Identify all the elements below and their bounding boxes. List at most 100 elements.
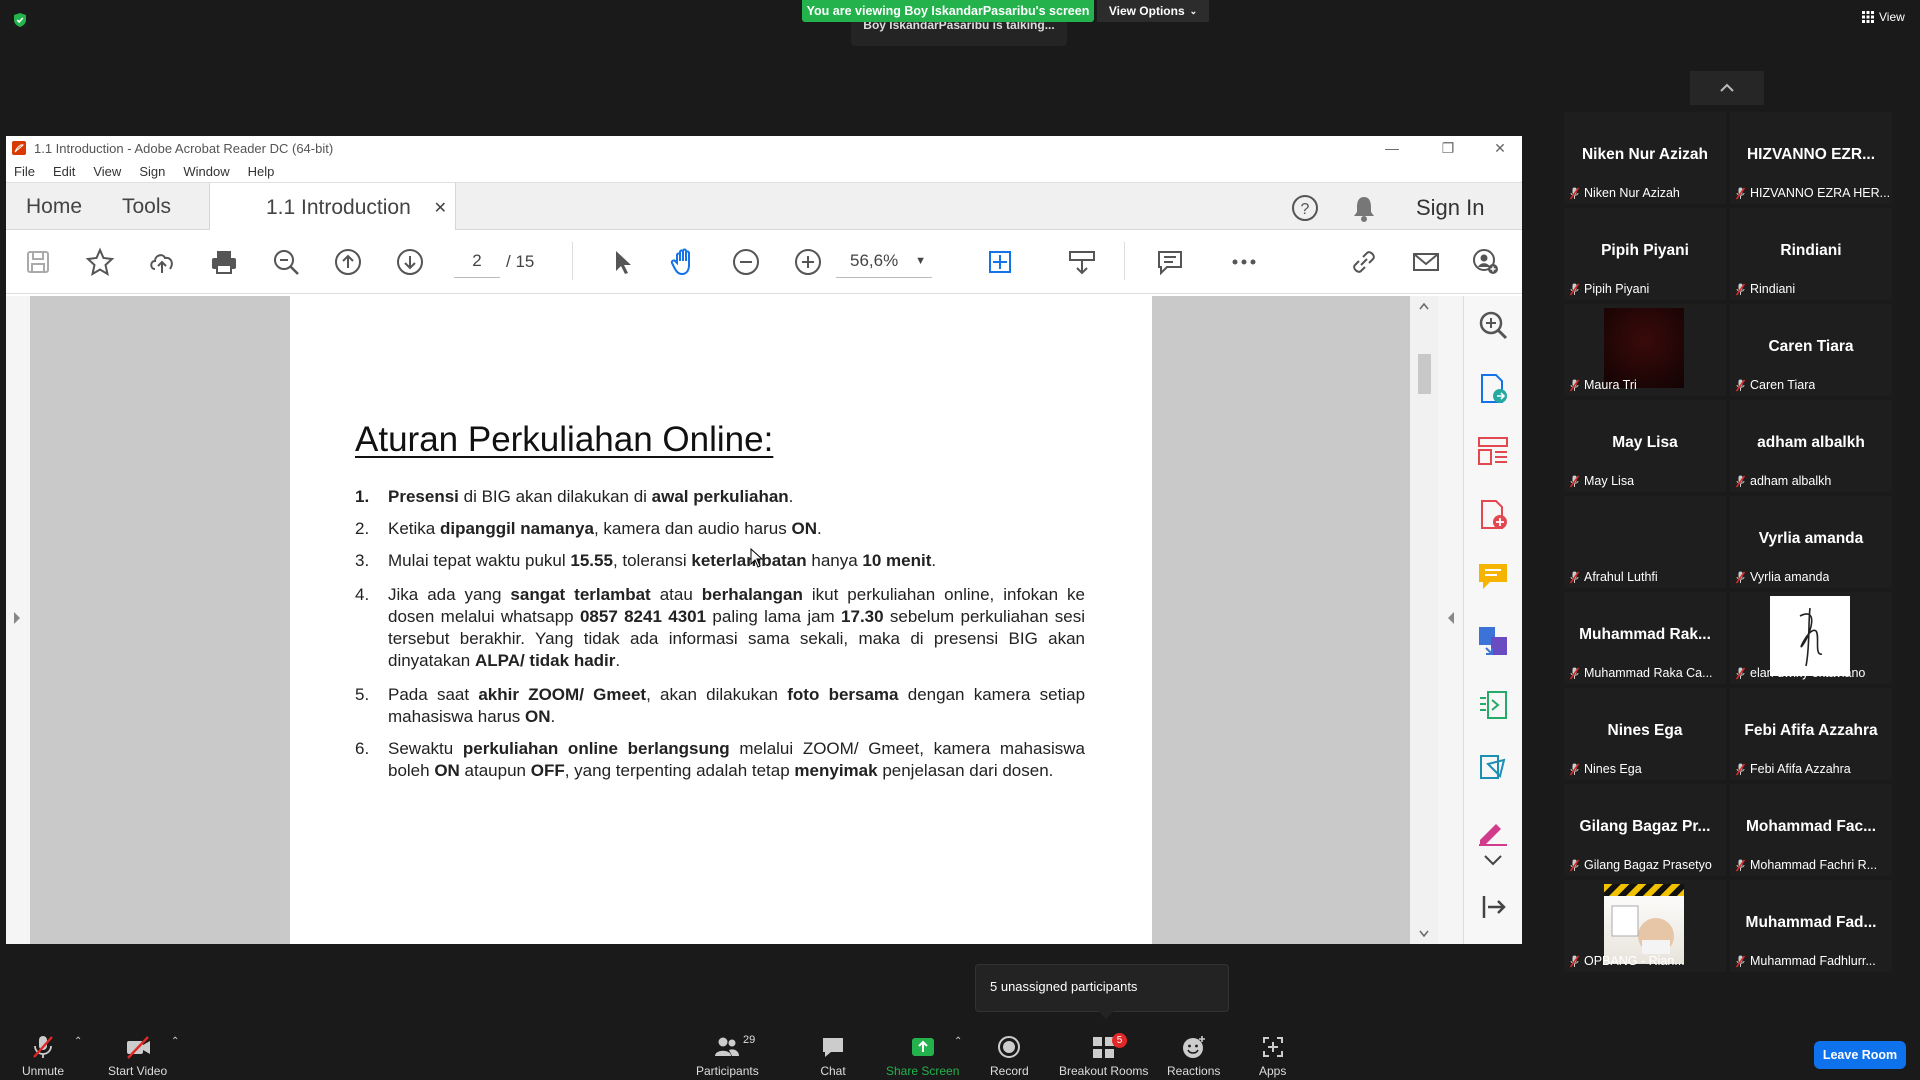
view-layout-button[interactable]: View	[1862, 10, 1905, 24]
participant-tile[interactable]: Caren Tiara Caren Tiara	[1730, 304, 1892, 396]
rule-text: Jika ada yang sangat terlambat atau berh…	[388, 585, 1085, 670]
zoom-search-icon[interactable]	[268, 244, 304, 280]
tab-home[interactable]: Home	[26, 183, 82, 231]
participant-tile[interactable]: Maura Tri	[1564, 304, 1726, 396]
participant-tile[interactable]: Afrahul Luthfi	[1564, 496, 1726, 588]
view-options-button[interactable]: View Options ⌄	[1097, 0, 1209, 22]
upload-cloud-icon[interactable]	[144, 244, 180, 280]
participant-tile[interactable]: Pipih Piyani Pipih Piyani	[1564, 208, 1726, 300]
select-cursor-icon[interactable]	[604, 244, 640, 280]
email-icon[interactable]	[1408, 244, 1444, 280]
menu-help[interactable]: Help	[248, 164, 275, 179]
share-link-icon[interactable]	[1346, 244, 1382, 280]
export-pdf-icon[interactable]	[1476, 372, 1510, 406]
unmute-button[interactable]: Unmute	[22, 1034, 64, 1078]
save-icon[interactable]	[20, 244, 56, 280]
left-pane-handle[interactable]	[6, 296, 30, 944]
next-page-icon[interactable]	[392, 244, 428, 280]
participant-tile[interactable]: adham albalkh adham albalkh	[1730, 400, 1892, 492]
mic-muted-icon	[1736, 475, 1745, 487]
menu-edit[interactable]: Edit	[53, 164, 75, 179]
close-window-button[interactable]: ✕	[1480, 136, 1520, 160]
fill-sign-icon[interactable]	[1476, 814, 1510, 848]
document-viewport[interactable]: Aturan Perkuliahan Online: 1. Presensi di…	[6, 296, 1410, 944]
breakout-rooms-button[interactable]: Breakout Rooms	[1059, 1034, 1148, 1078]
leave-room-button[interactable]: Leave Room	[1814, 1041, 1906, 1069]
collapse-pane-arrow-icon[interactable]	[1476, 890, 1510, 924]
share-options-caret[interactable]: ⌃	[954, 1036, 962, 1047]
menu-file[interactable]: File	[14, 164, 35, 179]
tab-tools[interactable]: Tools	[122, 183, 171, 231]
participant-label-text: May Lisa	[1584, 474, 1635, 488]
edit-pdf-icon[interactable]	[1476, 750, 1510, 784]
collapse-right-pane-icon[interactable]	[1446, 610, 1456, 626]
print-icon[interactable]	[206, 244, 242, 280]
rule-number: 5.	[355, 685, 370, 704]
page-number-input[interactable]: 2	[454, 244, 500, 278]
menu-view[interactable]: View	[93, 164, 121, 179]
restore-button[interactable]: ❐	[1428, 136, 1468, 160]
expand-left-pane-icon[interactable]	[12, 610, 22, 626]
participant-tile[interactable]: Nines Ega Nines Ega	[1564, 688, 1726, 780]
add-user-icon[interactable]	[1468, 244, 1504, 280]
participant-name-label: Muhammad Raka Ca...	[1570, 666, 1713, 680]
menu-sign[interactable]: Sign	[139, 164, 165, 179]
scroll-mode-icon[interactable]	[1064, 244, 1100, 280]
participant-tile[interactable]: May Lisa May Lisa	[1564, 400, 1726, 492]
grid-view-icon	[1862, 11, 1874, 23]
participant-tile[interactable]: Mohammad Fac... Mohammad Fachri R...	[1730, 784, 1892, 876]
document-scrollbar[interactable]	[1410, 296, 1438, 944]
zoom-in-icon[interactable]	[790, 244, 826, 280]
bell-icon[interactable]	[1350, 193, 1378, 223]
apps-button[interactable]: Apps	[1259, 1034, 1286, 1078]
audio-options-caret[interactable]: ⌃	[74, 1036, 82, 1047]
participant-display-name: May Lisa	[1612, 434, 1678, 451]
organize-pages-icon[interactable]	[1476, 434, 1510, 468]
hand-tool-icon[interactable]	[666, 244, 702, 280]
participant-tile[interactable]: Niken Nur Azizah Niken Nur Azizah	[1564, 112, 1726, 204]
reactions-button[interactable]: Reactions	[1167, 1034, 1220, 1078]
participant-tile[interactable]: elan dwiky oktaviano	[1730, 592, 1892, 684]
scrollbar-thumb[interactable]	[1418, 354, 1431, 394]
fit-page-icon[interactable]	[982, 244, 1018, 280]
start-video-button[interactable]: Start Video	[108, 1034, 167, 1078]
tab-document[interactable]: 1.1 Introduction ✕	[209, 183, 456, 232]
scroll-down-arrow-icon[interactable]	[1419, 930, 1429, 938]
minimize-button[interactable]: —	[1372, 136, 1412, 160]
add-comment-icon[interactable]	[1476, 560, 1510, 594]
sign-in-button[interactable]: Sign In	[1416, 195, 1485, 221]
zoom-level-select[interactable]: 56,6% ▼	[836, 244, 932, 278]
bookmark-star-icon[interactable]	[82, 244, 118, 280]
participant-display-name: Gilang Bagaz Pr...	[1579, 818, 1711, 835]
participant-tile[interactable]: Muhammad Rak... Muhammad Raka Ca...	[1564, 592, 1726, 684]
more-tools-chevron-icon[interactable]	[1476, 844, 1510, 878]
participant-tile[interactable]: HIZVANNO EZR... HIZVANNO EZRA HER...	[1730, 112, 1892, 204]
scroll-up-arrow-icon[interactable]	[1419, 302, 1429, 310]
rule-item: 5. Pada saat akhir ZOOM/ Gmeet, akan dila…	[355, 684, 1085, 728]
zoom-magnifier-icon[interactable]	[1476, 308, 1510, 342]
zoom-out-icon[interactable]	[728, 244, 764, 280]
record-button[interactable]: Record	[990, 1034, 1029, 1078]
video-options-caret[interactable]: ⌃	[171, 1036, 179, 1047]
compress-pdf-icon[interactable]	[1476, 688, 1510, 722]
help-icon[interactable]: ?	[1290, 193, 1320, 223]
participant-tile[interactable]: Febi Afifa Azzahra Febi Afifa Azzahra	[1730, 688, 1892, 780]
previous-page-icon[interactable]	[330, 244, 366, 280]
menu-window[interactable]: Window	[183, 164, 229, 179]
close-tab-icon[interactable]: ✕	[434, 198, 447, 218]
combine-files-icon[interactable]	[1476, 624, 1510, 658]
right-pane-handle[interactable]	[1438, 296, 1464, 944]
comment-icon[interactable]	[1152, 244, 1188, 280]
participant-name-label: Rindiani	[1736, 282, 1795, 296]
participant-tile[interactable]: Gilang Bagaz Pr... Gilang Bagaz Prasetyo	[1564, 784, 1726, 876]
create-pdf-icon[interactable]	[1476, 498, 1510, 532]
gallery-scroll-up-button[interactable]	[1690, 71, 1764, 105]
more-options-icon[interactable]	[1226, 244, 1262, 280]
participant-tile[interactable]: Muhammad Fad... Muhammad Fadhlurr...	[1730, 880, 1892, 972]
chat-button[interactable]: Chat	[820, 1034, 846, 1078]
security-shield-icon[interactable]	[12, 12, 28, 28]
share-screen-button[interactable]: Share Screen	[886, 1034, 959, 1078]
participant-tile[interactable]: Vyrlia amanda Vyrlia amanda	[1730, 496, 1892, 588]
participant-tile[interactable]: OPBANG - Rian...	[1564, 880, 1726, 972]
participant-tile[interactable]: Rindiani Rindiani	[1730, 208, 1892, 300]
